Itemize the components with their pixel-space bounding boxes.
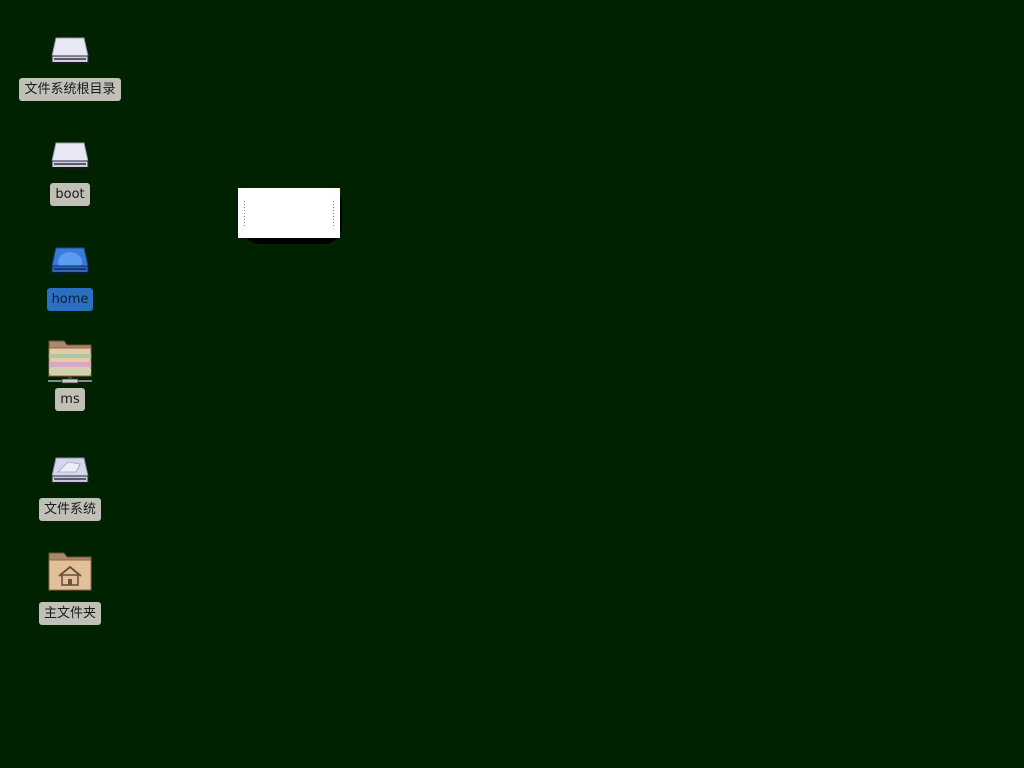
drive-icon <box>46 131 94 179</box>
blank-popup-window[interactable] <box>238 188 342 244</box>
drag-handle-right[interactable] <box>332 200 335 226</box>
desktop-icon-label: 文件系统 <box>38 498 101 521</box>
desktop-icon-ms[interactable]: ms <box>10 336 130 411</box>
desktop-icon-label: 主文件夹 <box>38 602 101 625</box>
desktop-icon-filesystem[interactable]: 文件系统 <box>10 446 130 521</box>
desktop-icon-home-folder[interactable]: 主文件夹 <box>10 550 130 625</box>
drive-icon <box>46 26 94 74</box>
desktop-icon-label: home <box>46 288 94 311</box>
home-folder-icon <box>46 550 94 598</box>
desktop-icon-label: ms <box>55 388 85 411</box>
harddisk-icon <box>46 446 94 494</box>
desktop[interactable]: 文件系统根目录 boot home ms 文件系统 主文件夹 <box>0 0 1024 768</box>
network-folder-icon <box>46 336 94 384</box>
drive-icon <box>46 236 94 284</box>
desktop-icon-home[interactable]: home <box>10 236 130 311</box>
drag-handle-left[interactable] <box>243 200 246 226</box>
desktop-icon-boot[interactable]: boot <box>10 131 130 206</box>
desktop-icon-label: boot <box>50 183 90 206</box>
desktop-icon-label: 文件系统根目录 <box>19 78 121 101</box>
desktop-icon-root-filesystem[interactable]: 文件系统根目录 <box>10 26 130 101</box>
popup-body <box>238 188 340 238</box>
